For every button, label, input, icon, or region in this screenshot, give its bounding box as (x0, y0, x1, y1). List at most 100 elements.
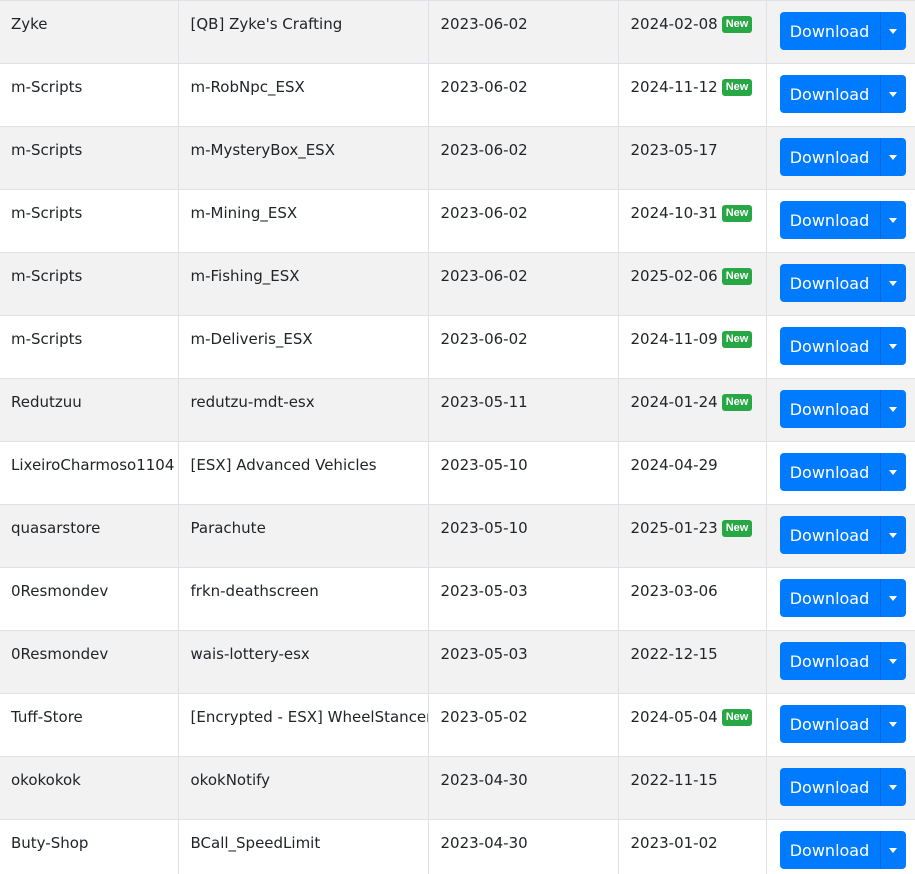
download-button[interactable]: Download (779, 642, 880, 680)
caret-down-icon (889, 28, 897, 34)
caret-down-icon (889, 847, 897, 853)
action-cell: Download (766, 504, 915, 568)
new-badge: New (721, 394, 753, 411)
download-button[interactable]: Download (779, 327, 880, 365)
download-button[interactable]: Download (779, 453, 880, 491)
action-cell: Download (766, 441, 915, 505)
table-row: Buty-Shop BCall_SpeedLimit 2023-04-30 2023-… (0, 819, 915, 874)
caret-down-icon (889, 91, 897, 97)
caret-down-icon (889, 721, 897, 727)
added-date-cell: 2023-06-02 (428, 63, 619, 127)
added-date-cell: 2023-06-02 (428, 189, 619, 253)
updated-date-cell: 2023-03-06 (618, 567, 767, 631)
table-row: okokokok okokNotify 2023-04-30 2022-11-15 Do… (0, 756, 915, 820)
download-button-group: Download (779, 705, 906, 743)
download-button[interactable]: Download (779, 831, 880, 869)
download-dropdown-toggle[interactable] (879, 327, 906, 365)
download-button-group: Download (779, 201, 906, 239)
table-row: m-Scripts m-RobNpc_ESX 2023-06-02 2024-11-1… (0, 63, 915, 127)
download-dropdown-toggle[interactable] (879, 579, 906, 617)
new-badge: New (721, 709, 753, 726)
updated-date: 2024-11-09 (630, 330, 718, 348)
download-dropdown-toggle[interactable] (879, 390, 906, 428)
download-dropdown-toggle[interactable] (879, 516, 906, 554)
download-button-group: Download (779, 75, 906, 113)
updated-date: 2024-11-12 (630, 78, 718, 96)
download-button[interactable]: Download (779, 12, 880, 50)
script-name-cell: m-MysteryBox_ESX (178, 126, 429, 190)
added-date-cell: 2023-05-03 (428, 567, 619, 631)
table-row: m-Scripts m-MysteryBox_ESX 2023-06-02 2023-… (0, 126, 915, 190)
action-cell: Download (766, 315, 915, 379)
download-dropdown-toggle[interactable] (879, 768, 906, 806)
caret-down-icon (889, 217, 897, 223)
updated-date-cell: 2025-01-23 New (618, 504, 767, 568)
author-cell: Buty-Shop (0, 819, 179, 874)
script-name-cell: m-RobNpc_ESX (178, 63, 429, 127)
download-button[interactable]: Download (779, 579, 880, 617)
download-button[interactable]: Download (779, 138, 880, 176)
script-name-cell: [Encrypted - ESX] WheelStancer (178, 693, 429, 757)
updated-date-cell: 2024-05-04 New (618, 693, 767, 757)
added-date-cell: 2023-05-10 (428, 504, 619, 568)
updated-date: 2023-05-17 (630, 141, 718, 159)
caret-down-icon (889, 343, 897, 349)
action-cell: Download (766, 567, 915, 631)
author-cell: m-Scripts (0, 252, 179, 316)
download-button[interactable]: Download (779, 768, 880, 806)
action-cell: Download (766, 63, 915, 127)
download-button[interactable]: Download (779, 264, 880, 302)
script-name-cell: m-Deliveris_ESX (178, 315, 429, 379)
updated-date-cell: 2024-11-12 New (618, 63, 767, 127)
download-button-group: Download (779, 138, 906, 176)
table-row: 0Resmondev frkn-deathscreen 2023-05-03 2023… (0, 567, 915, 631)
table-row: Zyke [QB] Zyke's Crafting 2023-06-02 2024-0… (0, 0, 915, 64)
download-dropdown-toggle[interactable] (879, 201, 906, 239)
updated-date: 2023-03-06 (630, 582, 718, 600)
updated-date-cell: 2023-05-17 (618, 126, 767, 190)
action-cell: Download (766, 189, 915, 253)
download-dropdown-toggle[interactable] (879, 642, 906, 680)
author-cell: LixeiroCharmoso1104 (0, 441, 179, 505)
table-row: Redutzuu redutzu-mdt-esx 2023-05-11 2024-01… (0, 378, 915, 442)
download-dropdown-toggle[interactable] (879, 831, 906, 869)
author-cell: Redutzuu (0, 378, 179, 442)
updated-date-cell: 2024-10-31 New (618, 189, 767, 253)
updated-date-cell: 2022-11-15 (618, 756, 767, 820)
action-cell: Download (766, 630, 915, 694)
action-cell: Download (766, 819, 915, 874)
caret-down-icon (889, 784, 897, 790)
added-date-cell: 2023-05-02 (428, 693, 619, 757)
download-dropdown-toggle[interactable] (879, 705, 906, 743)
table-row: 0Resmondev wais-lottery-esx 2023-05-03 2022… (0, 630, 915, 694)
updated-date-cell: 2022-12-15 (618, 630, 767, 694)
download-button[interactable]: Download (779, 516, 880, 554)
author-cell: okokokok (0, 756, 179, 820)
caret-down-icon (889, 280, 897, 286)
caret-down-icon (889, 154, 897, 160)
scripts-table-body: Zyke [QB] Zyke's Crafting 2023-06-02 2024-0… (0, 0, 915, 874)
download-button[interactable]: Download (779, 705, 880, 743)
updated-date: 2025-02-06 (630, 267, 718, 285)
download-dropdown-toggle[interactable] (879, 453, 906, 491)
action-cell: Download (766, 126, 915, 190)
download-dropdown-toggle[interactable] (879, 138, 906, 176)
download-dropdown-toggle[interactable] (879, 264, 906, 302)
download-button[interactable]: Download (779, 201, 880, 239)
download-button-group: Download (779, 768, 906, 806)
download-dropdown-toggle[interactable] (879, 75, 906, 113)
scripts-table: Zyke [QB] Zyke's Crafting 2023-06-02 2024-0… (0, 0, 915, 874)
author-cell: m-Scripts (0, 63, 179, 127)
script-name-cell: m-Mining_ESX (178, 189, 429, 253)
author-cell: m-Scripts (0, 315, 179, 379)
download-button-group: Download (779, 264, 906, 302)
updated-date-cell: 2024-01-24 New (618, 378, 767, 442)
download-button[interactable]: Download (779, 390, 880, 428)
new-badge: New (721, 331, 753, 348)
author-cell: m-Scripts (0, 189, 179, 253)
download-button-group: Download (779, 453, 906, 491)
author-cell: Zyke (0, 0, 179, 64)
download-dropdown-toggle[interactable] (879, 12, 906, 50)
added-date-cell: 2023-06-02 (428, 315, 619, 379)
download-button[interactable]: Download (779, 75, 880, 113)
